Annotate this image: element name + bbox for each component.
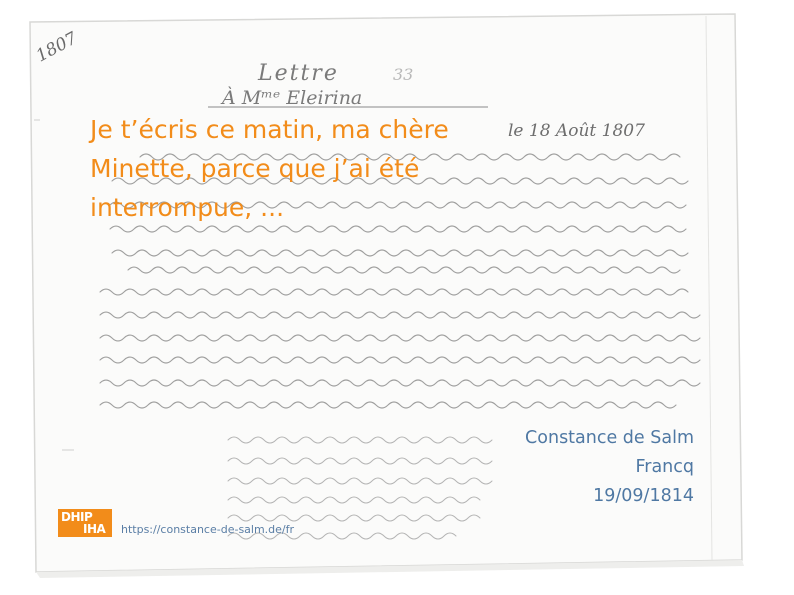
logo-line-2: IHA — [83, 522, 106, 536]
letter-quote: Je t’écris ce matin, ma chère Minette, p… — [90, 115, 449, 222]
quote-card: 1807 Lettre 33 À Mᵐᵉ Eleirina le 18 Août… — [0, 0, 794, 595]
letter-heading: Lettre — [257, 61, 339, 86]
letter-addressee: À Mᵐᵉ Eleirina — [220, 86, 362, 109]
letter-date: 19/09/1814 — [593, 486, 694, 506]
letter-heading-mark: 33 — [393, 65, 413, 84]
dhip-iha-logo: DHIP IHA — [58, 509, 112, 537]
letter-metadata: Constance de Salm Francq 19/09/1814 — [434, 424, 694, 511]
letter-date-line: le 18 Août 1807 — [508, 121, 645, 141]
recipient-name: Francq — [635, 457, 694, 477]
website-link[interactable]: https://constance-de-salm.de/fr — [121, 523, 294, 537]
author-name: Constance de Salm — [525, 428, 694, 448]
